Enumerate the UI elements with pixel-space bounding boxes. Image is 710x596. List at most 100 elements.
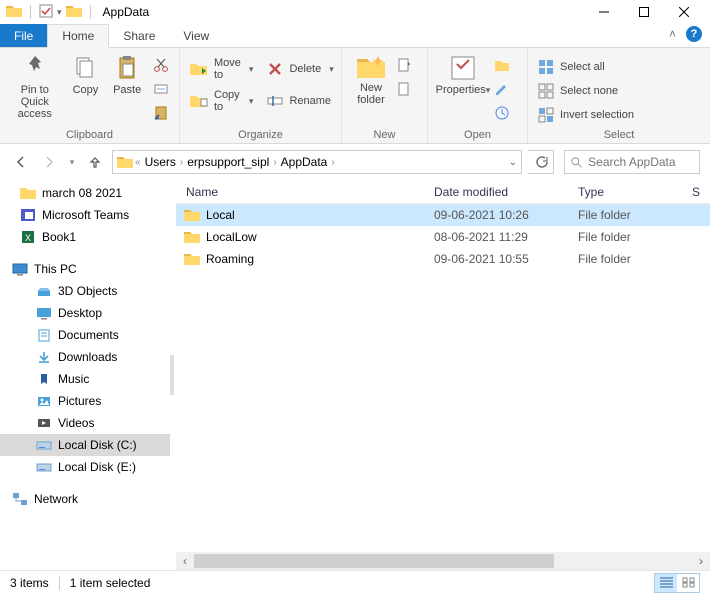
column-type[interactable]: Type [578,185,688,199]
paste-button[interactable]: Paste [107,52,147,96]
tree-item[interactable]: Pictures [0,390,170,412]
copy-path-button[interactable] [149,78,173,100]
row-date: 09-06-2021 10:26 [434,208,578,222]
group-label-open: Open [434,129,521,143]
status-item-count: 3 items [10,576,49,590]
scroll-left-icon[interactable]: ‹ [176,552,194,570]
details-view-icon[interactable] [655,574,677,592]
minimize-button[interactable] [584,0,624,24]
close-button[interactable] [664,0,704,24]
tree-item-network[interactable]: Network [0,488,170,510]
view-toggle[interactable] [654,573,700,593]
tree-item[interactable]: X Book1 [0,226,170,248]
select-none-button[interactable]: Select none [534,80,638,102]
maximize-button[interactable] [624,0,664,24]
tree-item[interactable]: 3D Objects [0,280,170,302]
tree-item[interactable]: march 08 2021 [0,182,170,204]
row-name: Local [206,208,235,222]
row-date: 09-06-2021 10:55 [434,252,578,266]
delete-button[interactable]: Delete▾ [263,58,337,80]
tree-item[interactable]: Music [0,368,170,390]
up-button[interactable] [84,151,106,173]
row-type: File folder [578,252,688,266]
tree-item[interactable]: Local Disk (E:) [0,456,170,478]
svg-text:X: X [25,233,31,243]
search-icon [571,156,582,169]
window-title: AppData [103,5,150,19]
move-to-button[interactable]: Move to▾ [186,58,257,80]
chevron-left-icon[interactable]: « [135,157,141,168]
column-size[interactable]: S [688,185,710,199]
tree-item-local-disk-c[interactable]: Local Disk (C:) [0,434,170,456]
chevron-right-icon[interactable]: › [180,157,183,168]
properties-button[interactable]: Properties▾ [434,52,492,96]
scroll-right-icon[interactable]: › [692,552,710,570]
breadcrumb-item[interactable]: Users [143,155,178,169]
search-input[interactable] [588,155,693,169]
table-row[interactable]: Roaming 09-06-2021 10:55File folder [176,248,710,270]
search-box[interactable] [564,150,700,174]
tree-item[interactable]: Videos [0,412,170,434]
column-date[interactable]: Date modified [434,185,578,199]
tab-file[interactable]: File [0,24,47,47]
status-selected-count: 1 item selected [70,576,151,590]
file-list: Name Date modified Type S Local 09-06-202… [176,180,710,570]
qat-dropdown-icon[interactable]: ▾ [57,7,62,18]
horizontal-scrollbar[interactable]: ‹ › [176,552,710,570]
tree-item-this-pc[interactable]: This PC [0,258,170,280]
group-label-clipboard: Clipboard [6,129,173,143]
title-bar: ▾ AppData [0,0,710,24]
tree-item[interactable]: Desktop [0,302,170,324]
address-dropdown-icon[interactable]: ⌄ [509,157,517,168]
collapse-ribbon-icon[interactable]: ˄ [669,27,676,41]
tree-item[interactable]: Downloads [0,346,170,368]
table-row[interactable]: Local09-06-2021 10:26File folder [176,204,710,226]
breadcrumb-item[interactable]: AppData [279,155,330,169]
app-folder-icon [66,4,82,21]
row-name: Roaming [206,252,254,266]
folder-icon [184,230,200,244]
group-label-organize: Organize [186,129,335,143]
new-folder-button[interactable]: New folder [348,52,394,106]
breadcrumb-item[interactable]: erpsupport_sipl [185,155,271,169]
column-name[interactable]: Name [176,185,434,199]
invert-selection-button[interactable]: Invert selection [534,104,638,126]
cut-button[interactable] [149,54,173,76]
ribbon: Pin to Quick access Copy Paste Clipboard [0,48,710,144]
new-item-button[interactable] [396,54,412,76]
tab-view[interactable]: View [169,24,223,47]
history-button[interactable] [494,102,510,124]
edit-button[interactable] [494,78,510,100]
column-headers[interactable]: Name Date modified Type S [176,180,710,204]
ribbon-tabs: File Home Share View ˄ ? [0,24,710,48]
select-all-button[interactable]: Select all [534,56,638,78]
tree-item[interactable]: Documents [0,324,170,346]
group-label-select: Select [534,129,704,143]
paste-shortcut-button[interactable] [149,102,173,124]
row-type: File folder [578,230,688,244]
copy-to-button[interactable]: Copy to▾ [186,90,257,112]
copy-button[interactable]: Copy [66,52,106,96]
tab-share[interactable]: Share [109,24,169,47]
forward-button[interactable] [38,151,60,173]
pin-to-quick-access-button[interactable]: Pin to Quick access [6,52,64,120]
refresh-button[interactable] [528,150,554,174]
tree-item[interactable]: Microsoft Teams [0,204,170,226]
help-icon[interactable]: ? [686,26,702,42]
row-name: LocalLow [206,230,257,244]
navigation-tree[interactable]: march 08 2021 Microsoft Teams X Book1 Th… [0,180,170,570]
qat-item-icon[interactable] [39,4,53,21]
large-icons-view-icon[interactable] [677,574,699,592]
group-label-new: New [348,129,421,143]
easy-access-button[interactable] [396,78,412,100]
address-bar[interactable]: « Users › erpsupport_sipl › AppData › ⌄ [112,150,522,174]
table-row[interactable]: LocalLow 08-06-2021 11:29File folder [176,226,710,248]
scroll-thumb[interactable] [194,554,554,568]
rename-button[interactable]: Rename [263,90,337,112]
row-date: 08-06-2021 11:29 [434,230,578,244]
open-button[interactable] [494,54,510,76]
back-button[interactable] [10,151,32,173]
folder-icon [184,252,200,266]
recent-locations-button[interactable]: ▾ [66,151,78,173]
tab-home[interactable]: Home [47,24,109,48]
